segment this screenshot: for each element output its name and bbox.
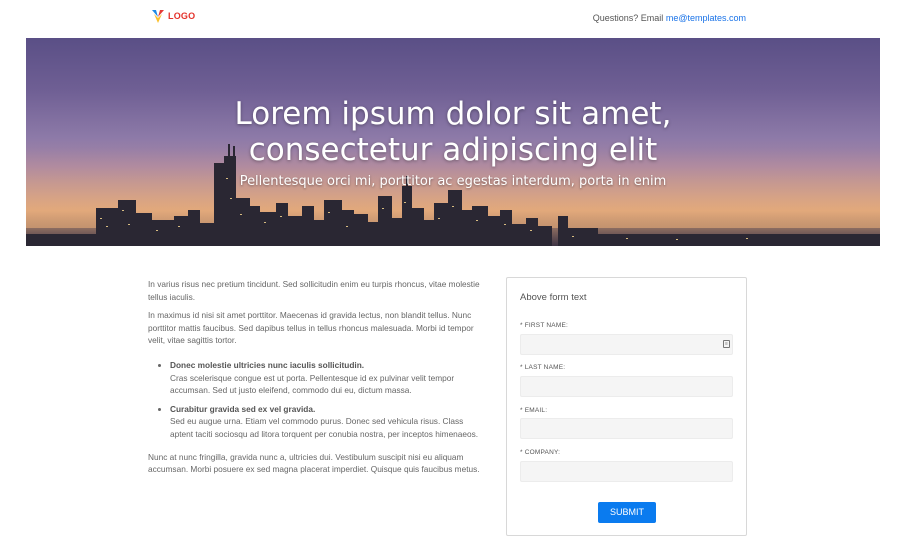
list-item-text: Sed eu augue urna. Etiam vel commodo pur…: [170, 416, 479, 439]
list-item-title: Curabitur gravida sed ex vel gravida.: [170, 403, 316, 414]
email-label: * EMAIL:: [520, 407, 548, 414]
logo[interactable]: LOGO: [151, 8, 195, 24]
body-content: In varius risus nec pretium tincidunt. S…: [148, 278, 488, 482]
list-item: Donec molestie ultricies nunc iaculis so…: [170, 359, 488, 397]
company-label: * COMPANY:: [520, 449, 561, 456]
hero-title: Lorem ipsum dolor sit amet, consectetur …: [234, 96, 672, 168]
hero-banner: Lorem ipsum dolor sit amet, consectetur …: [26, 38, 880, 246]
site-header: LOGO Questions? Email me@templates.com: [0, 0, 912, 38]
list-item-title: Donec molestie ultricies nunc iaculis so…: [170, 359, 365, 370]
first-name-label: * FIRST NAME:: [520, 322, 568, 329]
first-name-field[interactable]: [520, 334, 733, 355]
last-name-field[interactable]: [520, 376, 733, 397]
company-field[interactable]: [520, 461, 733, 482]
list-item-text: Cras scelerisque congue est ut porta. Pe…: [170, 372, 455, 396]
logo-icon: [152, 10, 164, 23]
email-field[interactable]: [520, 418, 733, 439]
signup-form: Above form text * FIRST NAME: ≡ * LAST N…: [506, 277, 747, 536]
contact-prefix: Questions? Email: [592, 13, 664, 23]
last-name-label: * LAST NAME:: [520, 364, 566, 371]
paragraph-2: In maximus id nisi sit amet porttitor. M…: [148, 310, 474, 346]
form-title: Above form text: [520, 292, 587, 303]
submit-button[interactable]: SUBMIT: [598, 502, 656, 523]
list-item: Curabitur gravida sed ex vel gravida. Se…: [170, 403, 488, 441]
logo-text: LOGO: [168, 11, 196, 21]
feature-list: Donec molestie ultricies nunc iaculis so…: [170, 359, 488, 441]
paragraph-1: In varius risus nec pretium tincidunt. S…: [148, 279, 480, 302]
paragraph-3: Nunc at nunc fringilla, gravida nunc a, …: [148, 451, 480, 475]
contact-info: Questions? Email me@templates.com: [593, 13, 746, 23]
contact-email-link[interactable]: me@templates.com: [666, 13, 746, 23]
hero-subtitle: Pellentesque orci mi, porttitor ac egest…: [239, 174, 667, 189]
autofill-icon[interactable]: ≡: [723, 340, 730, 348]
